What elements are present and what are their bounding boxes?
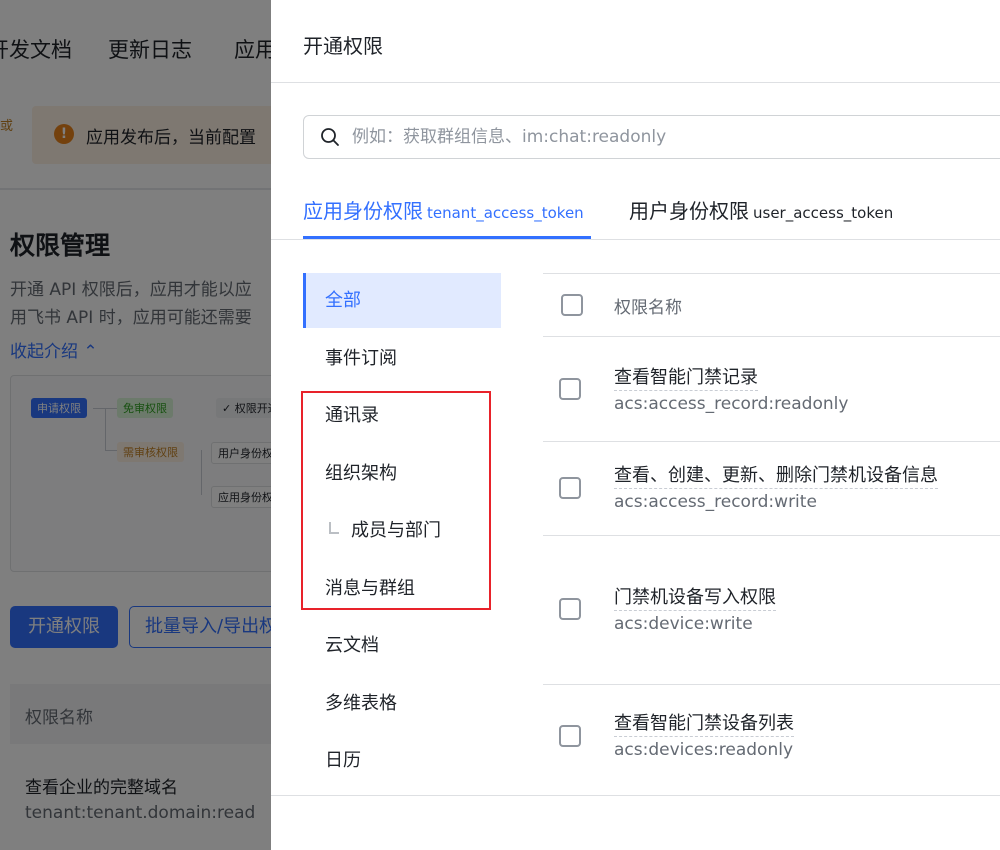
open-permission-drawer: 开通权限 应用身份权限tenant_access_token 用户身份权限use… [271, 0, 1000, 850]
tab-user-access[interactable]: 用户身份权限 user_access_token [629, 195, 893, 224]
row-checkbox[interactable] [559, 378, 581, 400]
table-row[interactable]: 查看、创建、更新、删除门禁机设备信息 acs:access_record:wri… [543, 442, 1000, 536]
drawer-title: 开通权限 [303, 34, 383, 58]
row-checkbox[interactable] [559, 598, 581, 620]
divider [271, 82, 1000, 83]
select-all-checkbox[interactable] [561, 294, 583, 316]
tab-label: 用户身份权限 [629, 199, 749, 223]
table-row[interactable]: 门禁机设备写入权限 acs:device:write [543, 536, 1000, 685]
table-row[interactable]: 查看智能门禁设备列表 acs:devices:readonly [543, 685, 1000, 795]
permission-name: 查看智能门禁记录 [614, 363, 758, 391]
permission-name: 查看、创建、更新、删除门禁机设备信息 [614, 461, 938, 489]
tab-token: user_access_token [753, 204, 894, 222]
row-checkbox[interactable] [559, 725, 581, 747]
permission-name: 查看智能门禁设备列表 [614, 709, 794, 737]
category-item-all[interactable]: 全部 [303, 273, 501, 328]
identity-tabs: 应用身份权限 tenant_access_token 用户身份权限 user_acc… [271, 185, 1000, 241]
category-item-calendar[interactable]: 日历 [303, 733, 501, 791]
category-item-event-subscription[interactable]: 事件订阅 [303, 331, 501, 389]
permission-key: acs:device:write [614, 614, 753, 634]
column-header-permission-name: 权限名称 [614, 298, 682, 318]
table-header: 权限名称 [543, 274, 1000, 336]
permission-search[interactable] [303, 115, 1000, 159]
permission-key: acs:access_record:readonly [614, 394, 849, 414]
tab-token: tenant_access_token [427, 204, 584, 222]
search-input[interactable] [352, 124, 992, 150]
divider [271, 239, 1000, 240]
row-checkbox[interactable] [559, 477, 581, 499]
category-item-bitable[interactable]: 多维表格 [303, 676, 501, 734]
permission-key: acs:access_record:write [614, 492, 817, 512]
tab-label: 应用身份权限 [303, 199, 423, 223]
search-icon [321, 128, 339, 146]
drawer-footer-divider [271, 795, 1000, 796]
permission-name: 门禁机设备写入权限 [614, 583, 776, 611]
tab-tenant-access[interactable]: 应用身份权限 tenant_access_token [303, 195, 584, 224]
category-item-cloud-docs[interactable]: 云文档 [303, 618, 501, 676]
permission-key: acs:devices:readonly [614, 740, 794, 760]
annotation-highlight-box [301, 391, 491, 610]
table-row[interactable]: 查看智能门禁记录 acs:access_record:readonly [543, 337, 1000, 442]
